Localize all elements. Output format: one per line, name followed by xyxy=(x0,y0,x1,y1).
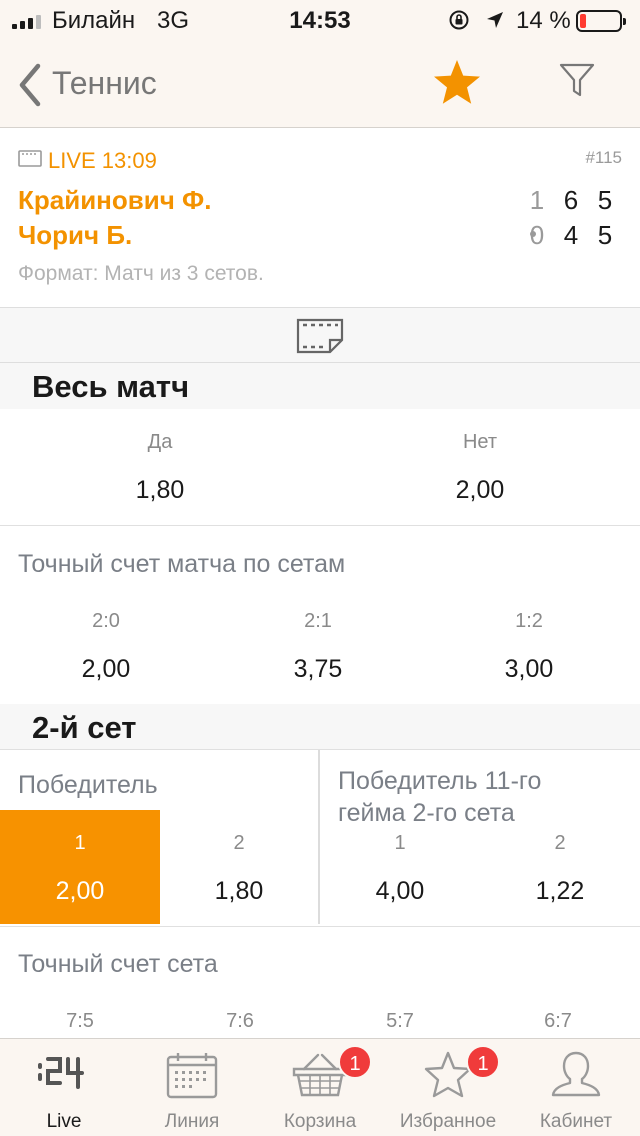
market-title-game11-line2: гейма 2-го сета xyxy=(338,799,515,827)
outcome-label: 5:7 xyxy=(386,1010,414,1032)
navigation-bar: Теннис xyxy=(0,40,640,128)
odd-value: 2,00 xyxy=(55,877,105,905)
outcome-label: 1 xyxy=(394,832,406,854)
player1-scores: 1 6 5 xyxy=(520,185,622,216)
odd-cell-6-7[interactable]: 6:7 xyxy=(478,1010,638,1033)
status-bar: Билайн 3G 14:53 14 % xyxy=(0,0,640,40)
market-whole-match: Да 1,80 Нет 2,00 xyxy=(0,409,640,525)
outcome-label: 2:0 xyxy=(92,610,120,632)
player1-sets-won: 1 xyxy=(529,185,545,215)
star-icon[interactable] xyxy=(432,58,482,106)
video-bar[interactable] xyxy=(0,307,640,363)
odd-cell-set-winner-2[interactable]: 2 1,80 xyxy=(160,832,318,906)
outcome-label: Да xyxy=(147,431,173,453)
section-header-second-set: 2-й сет xyxy=(0,704,640,750)
event-number: #115 xyxy=(585,148,622,167)
back-chevron-icon[interactable] xyxy=(14,62,46,108)
outcome-label: 7:6 xyxy=(226,1010,254,1032)
player2-sets-won: 0 xyxy=(529,220,545,250)
player2-set2-games: 5 xyxy=(597,220,613,250)
video-broadcast-icon[interactable] xyxy=(296,318,344,354)
section-title: Весь матч xyxy=(32,369,190,404)
odd-cell-set-winner-1[interactable]: 1 2,00 xyxy=(0,832,160,906)
odd-cell-5-7[interactable]: 5:7 xyxy=(320,1010,480,1033)
odd-cell-7-5[interactable]: 7:5 xyxy=(0,1010,160,1033)
odd-cell-yes[interactable]: Да 1,80 xyxy=(0,431,320,505)
tab-bar: Live Линия 1 Корзина 1 Избранное Кабинет xyxy=(0,1038,640,1136)
location-arrow-icon xyxy=(487,12,503,28)
odd-value: 1,80 xyxy=(214,877,264,905)
market-exact-score-sets: Точный счет матча по сетам 2:0 2,00 2:1 … xyxy=(0,526,640,704)
market-title-game11-line1: Победитель 11-го xyxy=(338,767,542,795)
battery-icon xyxy=(576,10,626,32)
tab-label: Live xyxy=(46,1111,82,1132)
section-header-whole-match: Весь матч xyxy=(0,363,640,409)
odd-cell-2-1[interactable]: 2:1 3,75 xyxy=(212,610,424,684)
player1-set1-games: 6 xyxy=(563,185,579,215)
player2-scores: 0 4 5 xyxy=(520,220,622,251)
basket-badge: 1 xyxy=(338,1045,372,1079)
odd-cell-2-0[interactable]: 2:0 2,00 xyxy=(0,610,212,684)
odd-value: 2,00 xyxy=(81,655,131,683)
tab-label: Корзина xyxy=(283,1111,357,1132)
odd-value: 1,80 xyxy=(135,476,185,504)
tab-label: Линия xyxy=(164,1111,220,1132)
divider xyxy=(0,926,640,927)
tab-label: Избранное xyxy=(399,1111,497,1132)
filter-icon[interactable] xyxy=(558,61,596,99)
outcome-label: 1:2 xyxy=(515,610,543,632)
tab-favorites[interactable]: 1 Избранное xyxy=(384,1039,512,1136)
outcome-label: 2:1 xyxy=(304,610,332,632)
odd-value: 4,00 xyxy=(375,877,425,905)
battery-percent: 14 % xyxy=(516,7,571,34)
live-video-icon xyxy=(18,150,42,167)
section-title: 2-й сет xyxy=(32,710,137,745)
odd-value: 2,00 xyxy=(455,476,505,504)
orientation-lock-icon xyxy=(449,10,469,30)
live-time: LIVE 13:09 xyxy=(48,148,157,173)
tab-label: Кабинет xyxy=(539,1111,613,1132)
tab-cabinet[interactable]: Кабинет xyxy=(512,1039,640,1136)
calendar-icon xyxy=(166,1053,218,1099)
outcome-label: 2 xyxy=(233,832,245,854)
tab-live[interactable]: Live xyxy=(0,1039,128,1136)
tab-basket[interactable]: 1 Корзина xyxy=(256,1039,384,1136)
odd-cell-7-6[interactable]: 7:6 xyxy=(160,1010,320,1033)
odd-value: 1,22 xyxy=(535,877,585,905)
market-title: Точный счет матча по сетам xyxy=(18,550,346,578)
outcome-label: Нет xyxy=(462,431,498,453)
odd-cell-game11-1[interactable]: 1 4,00 xyxy=(320,832,480,906)
favorites-badge: 1 xyxy=(466,1045,500,1079)
market-title-set-winner: Победитель xyxy=(18,771,158,799)
match-format: Формат: Матч из 3 сетов. xyxy=(18,262,264,285)
divider xyxy=(0,749,640,750)
live-24-icon xyxy=(38,1057,84,1089)
player1-name: Крайинович Ф. xyxy=(18,185,212,215)
odd-value: 3,00 xyxy=(504,655,554,683)
outcome-label: 6:7 xyxy=(544,1010,572,1032)
odd-value: 3,75 xyxy=(293,655,343,683)
outcome-label: 7:5 xyxy=(66,1010,94,1032)
odd-cell-1-2[interactable]: 1:2 3,00 xyxy=(424,610,634,684)
back-button[interactable]: Теннис xyxy=(52,65,157,102)
match-card: LIVE 13:09 #115 Крайинович Ф. Чорич Б. 1… xyxy=(0,129,640,307)
user-icon xyxy=(551,1051,601,1097)
market-title-exact-set-score: Точный счет сета xyxy=(18,950,218,978)
outcome-label: 1 xyxy=(74,832,86,854)
odd-cell-no[interactable]: Нет 2,00 xyxy=(320,431,640,505)
player2-set1-games: 4 xyxy=(563,220,579,250)
tab-line[interactable]: Линия xyxy=(128,1039,256,1136)
odd-cell-game11-2[interactable]: 2 1,22 xyxy=(480,832,640,906)
outcome-label: 2 xyxy=(554,832,566,854)
player1-set2-games: 5 xyxy=(597,185,613,215)
player2-name: Чорич Б. xyxy=(18,220,133,250)
